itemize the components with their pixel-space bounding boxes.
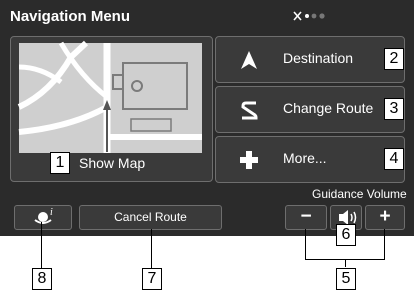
signal-icon [293, 11, 325, 21]
show-map-button[interactable]: Show Map [10, 36, 213, 182]
show-map-label: Show Map [79, 155, 146, 171]
cancel-route-button[interactable]: Cancel Route [79, 205, 222, 230]
cancel-route-label: Cancel Route [114, 210, 187, 224]
more-button[interactable]: More... [215, 136, 405, 183]
reroute-icon [241, 101, 258, 120]
leader-line-5-left [305, 229, 306, 260]
guidance-volume-label: Guidance Volume [312, 187, 407, 201]
volume-up-label: + [379, 206, 391, 227]
screen-title: Navigation Menu [10, 8, 131, 25]
destination-label: Destination [283, 50, 354, 66]
change-route-label: Change Route [283, 100, 374, 116]
callout-5: 5 [336, 268, 356, 290]
destination-button[interactable]: Destination [215, 36, 405, 83]
leader-line-5-stem [345, 259, 346, 267]
callout-7: 7 [142, 268, 162, 290]
svg-text:i: i [50, 207, 53, 218]
volume-down-button[interactable]: − [285, 205, 327, 230]
leader-line-7 [151, 229, 152, 268]
traffic-info-button[interactable]: i [14, 205, 72, 230]
callout-2: 2 [384, 48, 404, 70]
callout-3: 3 [384, 98, 404, 120]
callout-6: 6 [336, 224, 356, 246]
leader-line-8 [41, 222, 42, 268]
more-label: More... [283, 150, 327, 166]
leader-line-5-right [384, 229, 385, 260]
callout-4: 4 [384, 148, 404, 170]
arrow-up-icon [241, 51, 257, 69]
volume-up-button[interactable]: + [365, 205, 405, 230]
callout-1: 1 [50, 152, 70, 174]
change-route-button[interactable]: Change Route [215, 86, 405, 133]
callout-8: 8 [32, 268, 52, 290]
volume-down-label: − [300, 206, 312, 227]
plus-icon [240, 151, 258, 169]
traffic-info-icon: i [34, 207, 53, 224]
navigation-screen: Navigation Menu Show Map Destination Cha… [0, 0, 414, 236]
